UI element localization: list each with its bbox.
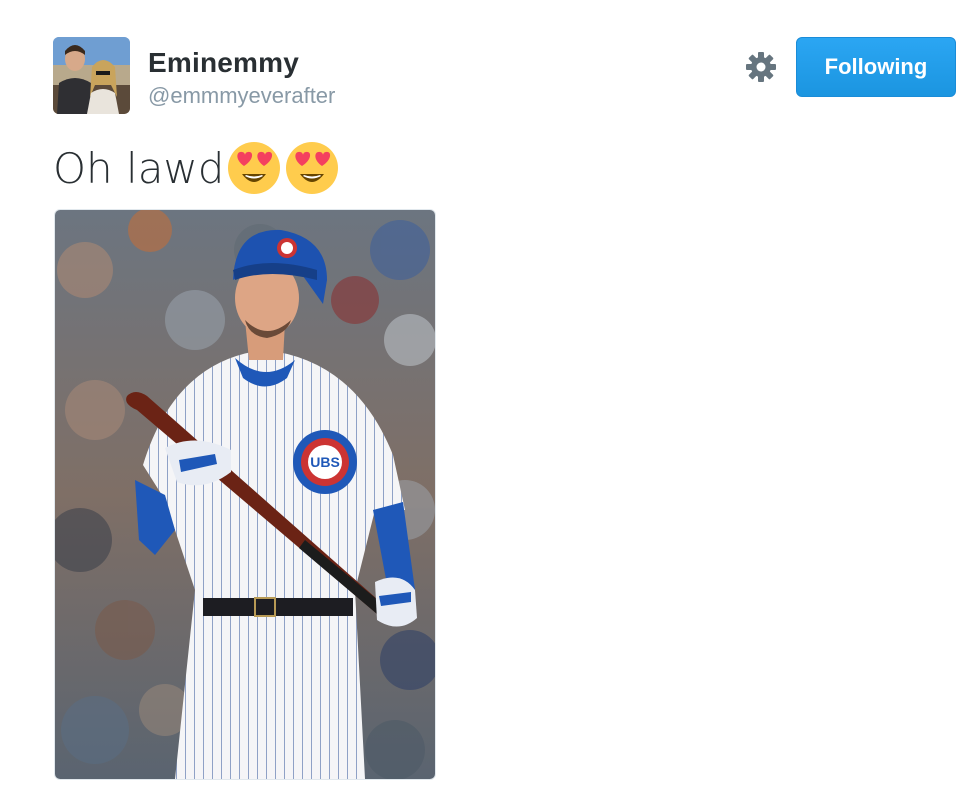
cubs-logo-text: UBS bbox=[310, 454, 340, 470]
following-button[interactable]: Following bbox=[796, 37, 956, 97]
tweet-card: Eminemmy @emmmyeverafter Following Oh la… bbox=[0, 0, 980, 786]
heart-eyes-emoji bbox=[284, 140, 340, 196]
tweet-body: Oh lawd bbox=[53, 143, 225, 193]
avatar[interactable] bbox=[53, 37, 130, 114]
tweet-text: Oh lawd bbox=[53, 138, 340, 198]
user-handle[interactable]: @emmmyeverafter bbox=[148, 83, 335, 109]
tweet-photo[interactable]: UBS bbox=[54, 209, 436, 780]
heart-eyes-emoji bbox=[226, 140, 282, 196]
following-button-label: Following bbox=[824, 54, 928, 79]
gear-icon[interactable] bbox=[744, 50, 778, 84]
display-name[interactable]: Eminemmy bbox=[148, 47, 299, 79]
